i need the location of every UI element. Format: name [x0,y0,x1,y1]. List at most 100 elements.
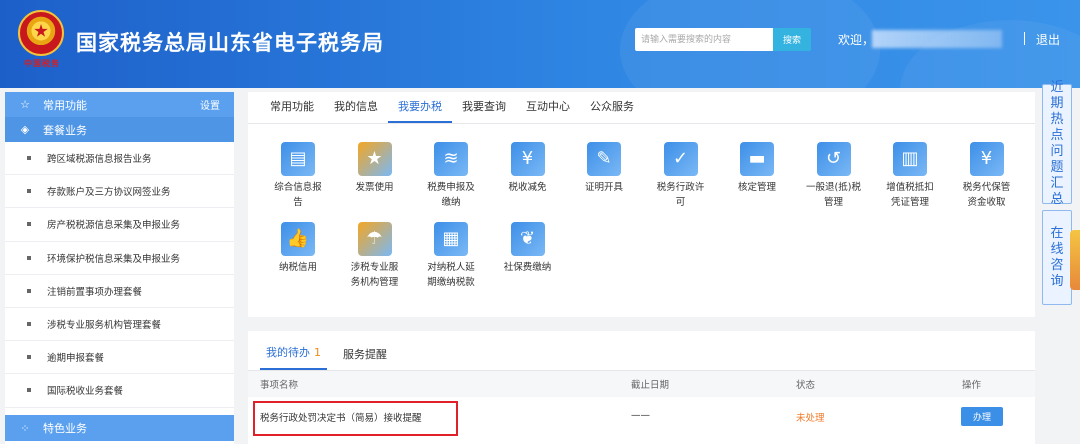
stack-icon: ≋ [434,142,468,176]
welcome-text: 欢迎， [838,33,875,47]
floating-char: 热 [1050,112,1064,127]
service-tile[interactable]: ▥ 增值税抵扣 凭证管理 [872,142,948,210]
yuan-minus-icon: ¥ [510,142,545,176]
document-icon: ▤ [281,142,315,176]
site-title: 国家税务总局山东省电子税务局 [76,31,384,55]
thumbs-up-icon: 👍 [281,222,315,256]
bullet-icon [27,322,31,327]
service-tile-label: 税收减免 [508,182,547,193]
voucher-icon: ▥ [893,142,927,176]
todo-item-deadline: —— [631,410,650,421]
column-header-deadline: 截止日期 [631,380,670,391]
sidebar-item[interactable]: 涉税专业服务机构管理套餐 [5,308,234,342]
service-tile[interactable]: 👍 纳税信用 [260,222,336,275]
invoice-icon: ★ [357,142,392,176]
main-tab[interactable]: 公众服务 [580,92,644,123]
service-tile[interactable]: ¥ 税务代保管 资金收取 [949,142,1025,210]
sidebar-item[interactable]: 房产税税源信息采集及申报业务 [5,208,234,242]
settings-link[interactable]: 设置 [200,97,220,112]
sidebar-item[interactable]: 环境保护税信息采集及申报业务 [5,242,234,275]
main-tab[interactable]: 我的信息 [324,92,388,123]
tab-my-todo[interactable]: 我的待办 1 [260,344,327,370]
main-tabs: 常用功能 我的信息 我要办税 我要查询 互动中心 公众服务 [248,92,1035,124]
search-button[interactable]: 搜索 [773,28,811,51]
todo-count-badge: 1 [314,346,321,359]
layers-icon: ◈ [20,123,30,136]
sidebar-item[interactable]: 注销前置事项办理套餐 [5,275,234,308]
floating-char: 在 [1050,225,1064,241]
username-redacted [872,30,1002,48]
sidebar-package-business[interactable]: ◈ 套餐业务 [5,117,234,142]
service-tile[interactable]: ≋ 税费申报及 缴纳 [413,142,489,210]
bullet-icon [27,156,31,161]
column-header-status: 状态 [796,380,816,391]
sidebar-special-business[interactable]: ⁘ 特色业务 [5,415,234,441]
sidebar-item-label: 涉税专业服务机构管理套餐 [47,320,162,332]
service-tile[interactable]: ▬ 核定管理 [719,142,795,195]
todo-tabs: 我的待办 1 服务提醒 [248,331,1035,371]
hands-icon: ❦ [510,222,545,256]
sidebar-package-list: 跨区域税源信息报告业务存款账户及三方协议网签业务 房产税税源信息采集及申报业务 环境… [5,142,234,408]
tax-emblem-icon [18,10,64,56]
custody-icon: ¥ [969,142,1004,176]
service-tile[interactable]: ❦ 社保费缴纳 [490,222,566,275]
service-tile-label: 对纳税人延 [427,262,475,273]
sidebar-item[interactable]: 逾期申报套餐 [5,341,234,375]
column-header-action: 操作 [962,380,982,391]
service-tile-label: 一般退(抵)税 [806,182,861,193]
hot-issues-button[interactable]: 近期热点问题汇总 [1042,80,1072,207]
sidebar-special-label: 特色业务 [43,422,87,435]
sidebar-common-functions[interactable]: ☆ 常用功能 设置 [5,92,234,117]
sidebar-package-label: 套餐业务 [43,123,87,137]
service-tile[interactable]: ▦ 对纳税人延 期缴纳税款 [413,222,489,290]
main-tab[interactable]: 我要办税 [388,92,452,123]
sidebar-item[interactable]: 跨区域税源信息报告业务 [5,142,234,176]
main-tab[interactable]: 互动中心 [516,92,580,123]
service-tile[interactable]: ¥ 税收减免 [490,142,566,195]
todo-item-status: 未处理 [796,413,825,424]
bullet-icon [27,189,31,194]
tab-service-reminder[interactable]: 服务提醒 [337,346,393,370]
tab-my-todo-label: 我的待办 [266,346,310,359]
apps-icon: ▦ [434,222,468,256]
sidebar-item[interactable]: 国际税收业务套餐 [5,374,234,408]
floating-char: 咨 [1050,257,1064,273]
service-tile-label: 税务代保管 [962,182,1011,193]
search-input[interactable] [635,28,773,51]
floating-char: 汇 [1050,176,1064,191]
main-tab[interactable]: 我要查询 [452,92,516,123]
service-tile-label: 税费申报及 [427,182,475,193]
header-divider [1024,32,1025,45]
bullet-icon [27,355,31,360]
sidebar-item-label: 国际税收业务套餐 [47,386,124,398]
service-tile-label: 增值税抵扣 [886,182,934,193]
service-tile[interactable]: ✎ 证明开具 [566,142,642,195]
service-tile[interactable]: ✓ 税务行政许可 [643,142,719,210]
sidebar-item[interactable]: 存款账户及三方协议网签业务 [5,175,234,209]
logout-link[interactable]: 退出 [1036,31,1060,48]
bullet-icon [27,222,31,227]
service-tile[interactable]: ☂ 涉税专业服 务机构管理 [337,222,413,290]
highlight-box [253,401,458,436]
refund-icon: ↺ [816,142,851,176]
pen-icon: ✎ [587,142,621,176]
main-tab[interactable]: 常用功能 [260,92,324,123]
floating-char: 总 [1050,192,1064,207]
service-tile-label: 综合信息报 [274,182,322,193]
bullet-icon [27,288,31,293]
bullet-icon [27,255,31,260]
service-tile-label: 税务行政许 [656,182,705,193]
floating-char: 询 [1050,273,1064,289]
floating-char: 题 [1050,160,1064,175]
sidebar-item-label: 跨区域税源信息报告业务 [47,154,152,166]
handle-button[interactable]: 办理 [961,407,1003,426]
star-icon: ☆ [20,98,30,111]
sidebar-common-label: 常用功能 [43,98,87,112]
service-tile[interactable]: ↺ 一般退(抵)税 管理 [796,142,872,210]
umbrella-icon: ☂ [357,222,392,256]
online-consult-button[interactable]: 在线咨询 [1042,210,1072,305]
sidebar-item-label: 注销前置事项办理套餐 [47,286,143,298]
service-tile[interactable]: ▤ 综合信息报告 [260,142,336,210]
service-tile[interactable]: ★ 发票使用 [337,142,413,195]
service-tile-label-line2: 告 [293,197,303,208]
